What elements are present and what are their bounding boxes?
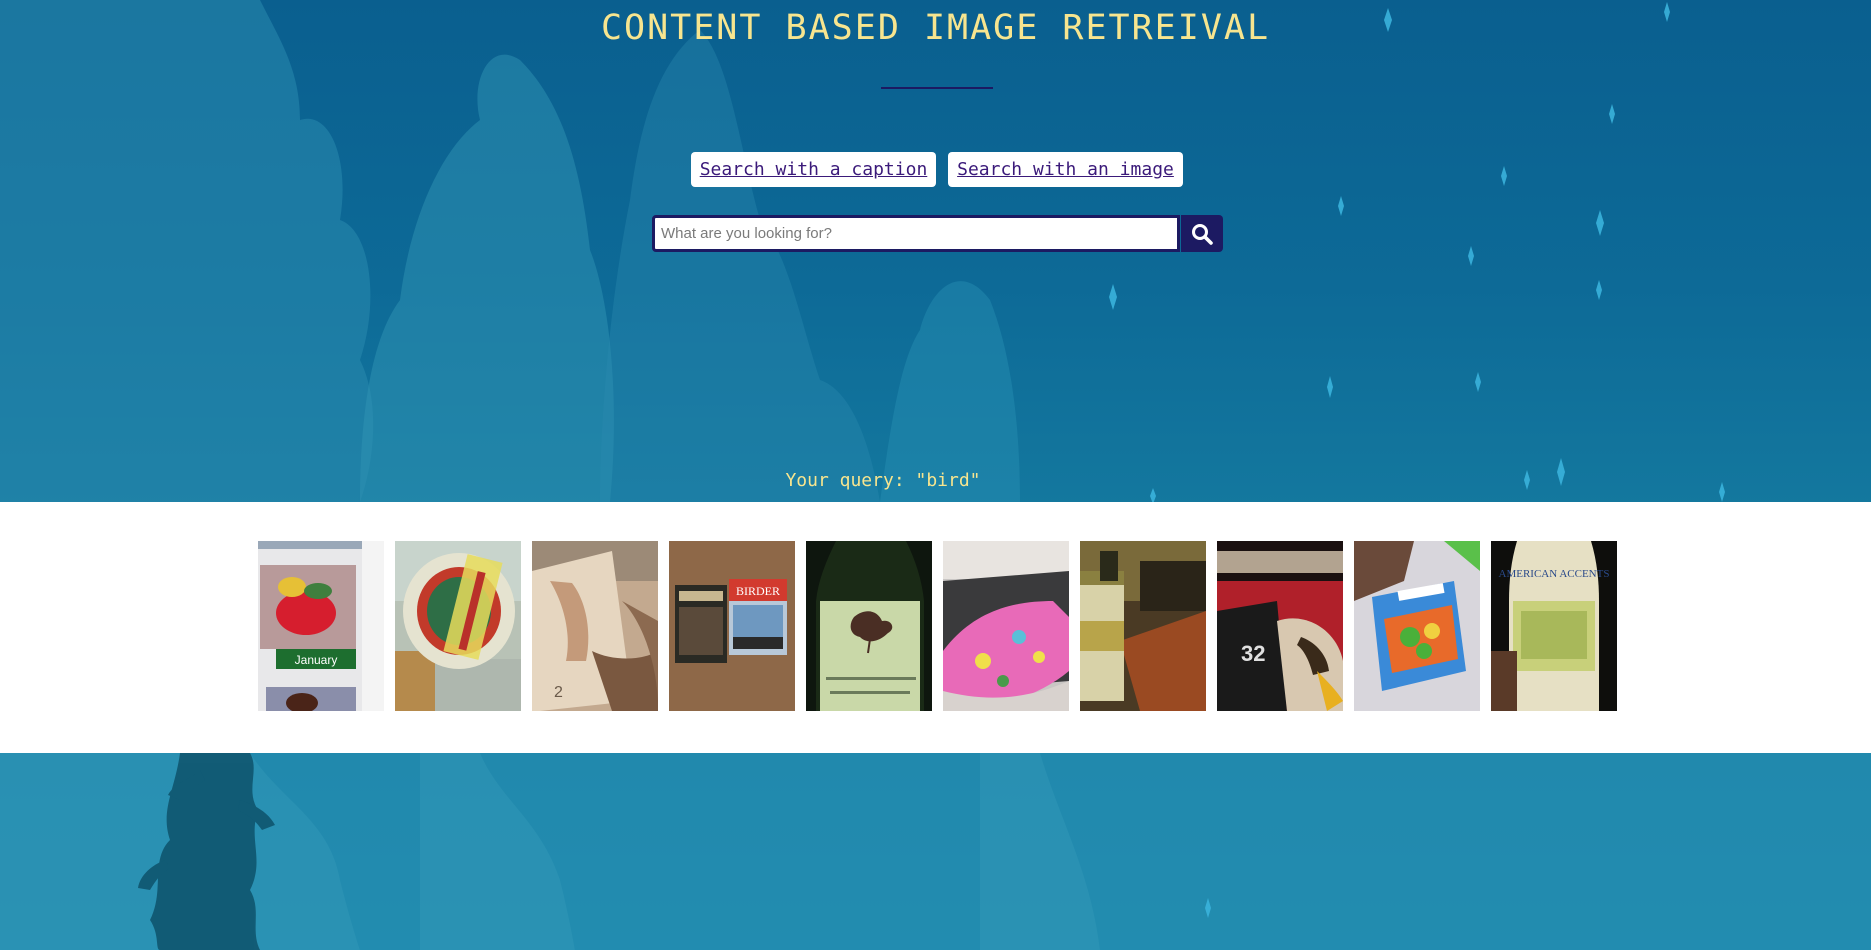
query-label: Your query: "bird" <box>785 470 981 491</box>
search-input[interactable] <box>652 215 1180 252</box>
result-image[interactable]: 2 <box>532 541 658 711</box>
results-panel: January 2 BIRDER 32 AMERICAN ACCENTS <box>0 502 1871 753</box>
result-image[interactable] <box>395 541 521 711</box>
search-bar <box>652 215 1223 252</box>
result-image[interactable] <box>806 541 932 711</box>
result-image[interactable]: 32 <box>1217 541 1343 711</box>
search-button[interactable] <box>1181 215 1223 252</box>
title-underline <box>881 87 993 89</box>
search-with-image-button[interactable]: Search with an image <box>948 152 1183 187</box>
search-icon <box>1192 223 1213 245</box>
page-title: CONTENT BASED IMAGE RETREIVAL <box>600 8 1271 48</box>
jersey-number-label: 32 <box>1241 641 1265 666</box>
result-image[interactable] <box>943 541 1069 711</box>
result-image[interactable] <box>1354 541 1480 711</box>
bottle-brand-label: AMERICAN ACCENTS <box>1499 568 1610 580</box>
svg-text:2: 2 <box>554 684 563 701</box>
calendar-month-label: January <box>295 653 338 667</box>
search-with-caption-button[interactable]: Search with a caption <box>691 152 936 187</box>
book-title-label: BIRDER <box>736 584 780 598</box>
result-image[interactable]: January <box>258 541 384 711</box>
results-row: January 2 BIRDER 32 AMERICAN ACCENTS <box>258 541 1617 711</box>
result-image[interactable] <box>1080 541 1206 711</box>
result-image[interactable]: AMERICAN ACCENTS <box>1491 541 1617 711</box>
result-image[interactable]: BIRDER <box>669 541 795 711</box>
